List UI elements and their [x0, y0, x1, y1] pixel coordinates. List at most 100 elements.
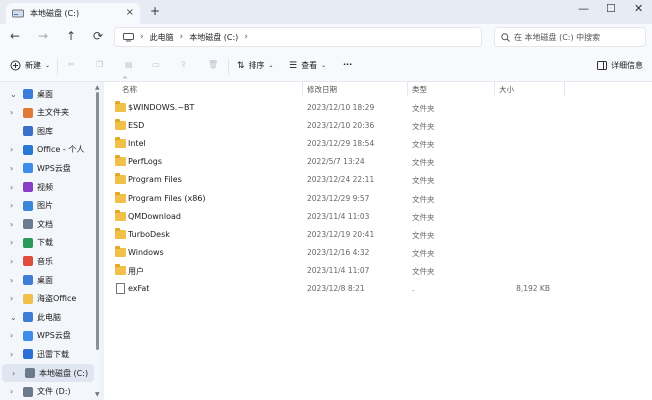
sidebar-item[interactable]: › 迅雷下载 [0, 345, 96, 363]
chevron-down-icon[interactable]: ⌄ [10, 313, 17, 322]
file-row[interactable]: Program Files 2023/12/24 22:11 文件夹 [104, 171, 652, 189]
column-divider[interactable] [407, 82, 408, 96]
details-pane-button[interactable]: 详细信息 [597, 60, 643, 71]
folder-icon [115, 263, 126, 275]
sidebar-item[interactable]: › 海盗Office [0, 290, 96, 308]
file-size: 8,192 KB [516, 284, 550, 293]
file-name: Program Files (x86) [128, 193, 206, 203]
sidebar-item[interactable]: › 本地磁盘 (C:) [2, 364, 94, 382]
chevron-right-icon[interactable]: › [10, 257, 13, 266]
refresh-button[interactable]: ⟳ [93, 29, 103, 43]
tab-title: 本地磁盘 (C:) [30, 9, 80, 18]
sidebar-item[interactable]: › WPS云盘 [0, 159, 96, 177]
navigation-pane: ⌄ 桌面 › 主文件夹 图库 › Office - 个人 › WPS云盘 › 视频 › 图片 › 文档 › 下载… [0, 82, 100, 400]
address-bar[interactable]: › 此电脑 › 本地磁盘 (C:) › [114, 27, 482, 47]
file-row[interactable]: Intel 2023/12/29 18:54 文件夹 [104, 135, 652, 153]
sidebar-scrollbar[interactable] [96, 92, 99, 350]
chevron-down-icon: ⌄ [321, 62, 327, 69]
title-bar: 本地磁盘 (C:) × + — ☐ ✕ [0, 0, 652, 24]
sidebar-item[interactable]: ⌄ 桌面 [0, 85, 96, 103]
sidebar-item[interactable]: › Office - 个人 [0, 141, 96, 159]
new-tab-button[interactable]: + [150, 4, 160, 18]
chevron-right-icon[interactable]: › [10, 108, 13, 117]
file-name: Intel [128, 139, 146, 149]
folder-icon [115, 137, 126, 149]
up-button[interactable]: ↑ [66, 29, 76, 43]
sidebar-item[interactable]: › 图片 [0, 197, 96, 215]
cloud-icon [23, 330, 33, 341]
file-row[interactable]: 用户 2023/11/4 11:07 文件夹 [104, 262, 652, 280]
sidebar-item[interactable]: 图库 [0, 122, 96, 140]
file-row[interactable]: Windows 2023/12/16 4:32 文件夹 [104, 244, 652, 262]
tab-local-disk[interactable]: 本地磁盘 (C:) × [6, 3, 140, 24]
file-date: 2023/12/16 4:32 [307, 247, 370, 257]
cut-button[interactable]: ✂ [68, 60, 75, 69]
scroll-down-arrow-icon[interactable]: ▼ [95, 391, 100, 398]
file-row[interactable]: QMDownload 2023/11/4 11:03 文件夹 [104, 208, 652, 226]
chevron-right-icon[interactable]: › [12, 369, 15, 378]
minimize-button[interactable]: — [578, 2, 589, 15]
video-icon [23, 182, 33, 192]
column-size[interactable]: 大小 [499, 84, 514, 95]
chevron-right-icon[interactable]: › [10, 220, 13, 229]
column-name[interactable]: 名称 [122, 84, 137, 95]
rename-button[interactable]: ▭ [152, 60, 160, 69]
search-box[interactable]: 在 本地磁盘 (C:) 中搜索 [494, 27, 646, 47]
breadcrumb-this-pc[interactable]: 此电脑 [150, 32, 174, 43]
scroll-up-arrow-icon[interactable]: ▲ [95, 84, 100, 91]
thunder-icon [23, 349, 33, 360]
chevron-right-icon[interactable]: › [10, 331, 13, 340]
file-row[interactable]: PerfLogs 2022/5/7 13:24 文件夹 [104, 153, 652, 171]
file-date: 2023/11/4 11:07 [307, 265, 370, 275]
copy-button[interactable]: ❐ [96, 60, 103, 69]
column-type[interactable]: 类型 [412, 84, 427, 95]
file-name: QMDownload [128, 211, 181, 221]
breadcrumb-local-disk[interactable]: 本地磁盘 (C:) [189, 32, 238, 43]
sidebar-item[interactable]: › 下载 [0, 234, 96, 252]
back-button[interactable]: ← [10, 29, 20, 43]
file-row[interactable]: $WINDOWS.~BT 2023/12/10 18:29 文件夹 [104, 99, 652, 117]
file-row[interactable]: exFat 2023/12/8 8:21. 8,192 KB [104, 280, 652, 298]
sidebar-item[interactable]: › 文档 [0, 215, 96, 233]
sidebar-item[interactable]: › WPS云盘 [0, 327, 96, 345]
sidebar-item[interactable]: › 主文件夹 [0, 104, 96, 122]
file-row[interactable]: ESD 2023/12/10 20:36 文件夹 [104, 117, 652, 135]
column-divider[interactable] [494, 82, 495, 96]
column-divider[interactable] [302, 82, 303, 96]
more-options-button[interactable]: ··· [343, 60, 352, 69]
file-row[interactable]: Program Files (x86) 2023/12/29 9:57 文件夹 [104, 190, 652, 208]
column-date[interactable]: 修改日期 [307, 84, 337, 95]
tab-close-button[interactable]: × [126, 7, 134, 18]
sidebar-item[interactable]: › 文件 (D:) [0, 383, 96, 400]
cut-icon: ✂ [68, 60, 75, 69]
chevron-right-icon[interactable]: › [10, 183, 13, 192]
column-divider[interactable] [564, 82, 565, 96]
chevron-right-icon[interactable]: › [10, 145, 13, 154]
sidebar-item-label: 桌面 [37, 89, 53, 99]
sidebar-item[interactable]: › 音乐 [0, 252, 96, 270]
file-type: . [412, 284, 415, 293]
maximize-button[interactable]: ☐ [606, 2, 616, 15]
paste-button[interactable]: ▤ [125, 60, 133, 69]
sidebar-item-label: 文档 [37, 219, 53, 229]
folder-icon [115, 191, 126, 203]
new-button[interactable]: 新建 ⌄ [10, 60, 50, 71]
share-button[interactable]: ⇪ [180, 60, 187, 69]
chevron-right-icon[interactable]: › [10, 276, 13, 285]
delete-button[interactable]: 🗑 [208, 60, 218, 69]
chevron-right-icon[interactable]: › [10, 294, 13, 303]
sidebar-item[interactable]: ⌄ 此电脑 [0, 308, 96, 326]
view-button[interactable]: ☰ 查看 ⌄ [289, 60, 326, 71]
forward-button[interactable]: → [38, 29, 48, 43]
sidebar-item[interactable]: › 视频 [0, 178, 96, 196]
sort-button[interactable]: ⇅ 排序 ⌄ [237, 60, 274, 71]
close-window-button[interactable]: ✕ [634, 2, 643, 15]
chevron-right-icon[interactable]: › [10, 238, 13, 247]
sidebar-item[interactable]: › 桌面 [0, 271, 96, 289]
chevron-right-icon[interactable]: › [10, 350, 13, 359]
chevron-right-icon[interactable]: › [10, 387, 13, 396]
chevron-right-icon[interactable]: › [10, 164, 13, 173]
chevron-down-icon[interactable]: ⌄ [10, 90, 17, 99]
chevron-right-icon[interactable]: › [10, 201, 13, 210]
file-row[interactable]: TurboDesk 2023/12/19 20:41 文件夹 [104, 226, 652, 244]
